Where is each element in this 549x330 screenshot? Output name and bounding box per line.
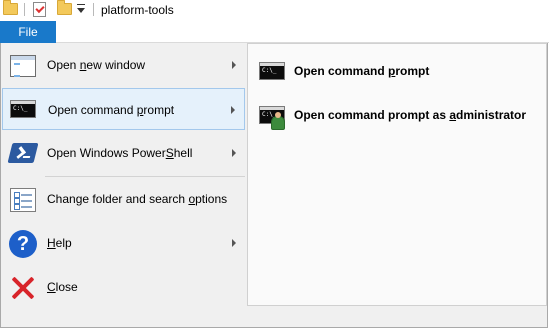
command-prompt-submenu: Open command prompt Open command prompt … xyxy=(247,43,547,306)
file-menu-list: Open new window Open command prompt Open… xyxy=(1,43,247,327)
menu-item-label: Open command prompt xyxy=(48,103,175,117)
new-window-icon xyxy=(8,51,38,79)
file-tab[interactable]: File xyxy=(0,21,56,43)
command-prompt-icon xyxy=(9,96,39,124)
folder-options-icon xyxy=(8,185,38,213)
command-prompt-icon xyxy=(258,58,288,86)
submenu-item-open-command-prompt[interactable]: Open command prompt xyxy=(254,54,540,88)
help-icon: ? xyxy=(8,229,38,258)
menu-item-help[interactable]: ? Help xyxy=(2,222,245,264)
submenu-arrow-icon xyxy=(232,61,236,69)
new-folder-icon[interactable] xyxy=(57,0,72,15)
file-menu: Open new window Open command prompt Open… xyxy=(0,43,548,328)
menu-item-open-powershell[interactable]: Open Windows PowerShell xyxy=(2,132,245,174)
menu-separator xyxy=(45,176,245,177)
window-title: platform-tools xyxy=(101,3,174,17)
submenu-arrow-icon xyxy=(232,239,236,247)
close-icon xyxy=(8,273,38,301)
menu-item-folder-options[interactable]: Change folder and search options xyxy=(2,178,245,220)
submenu-arrow-icon xyxy=(232,149,236,157)
ribbon-tab-row xyxy=(0,20,549,43)
properties-icon[interactable] xyxy=(33,2,46,17)
powershell-icon xyxy=(7,139,39,167)
menu-item-label: Open Windows PowerShell xyxy=(47,146,193,160)
menu-item-label: Close xyxy=(47,280,78,294)
submenu-item-open-command-prompt-admin[interactable]: Open command prompt as administrator xyxy=(254,98,540,132)
submenu-arrow-icon xyxy=(231,106,235,114)
command-prompt-admin-icon xyxy=(258,102,288,130)
menu-item-label: Help xyxy=(47,236,72,250)
customize-toolbar-dropdown-icon[interactable] xyxy=(76,3,86,15)
menu-item-label: Open new window xyxy=(47,58,146,72)
folder-icon[interactable] xyxy=(3,0,18,15)
menu-item-open-command-prompt[interactable]: Open command prompt xyxy=(2,88,245,130)
menu-item-close[interactable]: Close xyxy=(2,266,245,308)
toolbar-separator xyxy=(93,3,94,16)
submenu-item-label: Open command prompt xyxy=(294,64,430,78)
toolbar-separator xyxy=(24,3,25,16)
submenu-item-label: Open command prompt as administrator xyxy=(294,108,527,122)
title-bar: platform-tools xyxy=(0,0,549,20)
menu-item-open-new-window[interactable]: Open new window xyxy=(2,44,245,86)
menu-item-label: Change folder and search options xyxy=(47,192,228,206)
